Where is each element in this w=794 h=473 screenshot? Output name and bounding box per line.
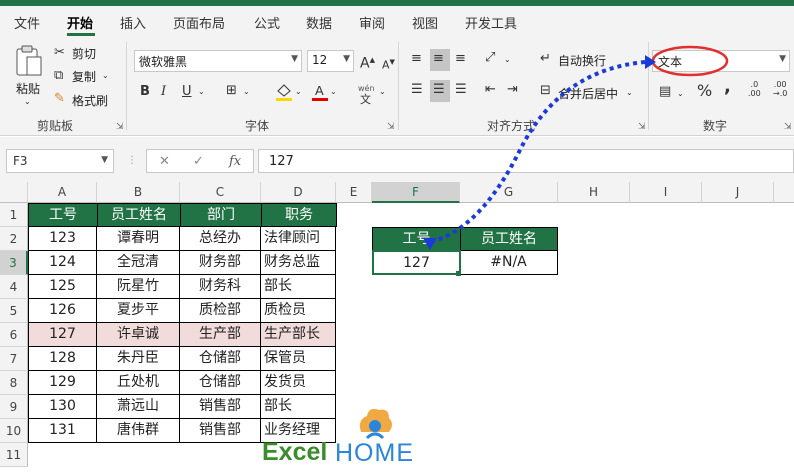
logo-home-text: HOME — [335, 439, 414, 467]
logo-excel-text: Excel — [262, 438, 328, 466]
callout-ellipse — [651, 45, 729, 77]
excelhome-logo-mark — [359, 408, 392, 440]
dotted-arrow-path — [429, 60, 646, 244]
annotation-layer — [423, 45, 729, 250]
arrow-head-bottom — [423, 238, 437, 250]
